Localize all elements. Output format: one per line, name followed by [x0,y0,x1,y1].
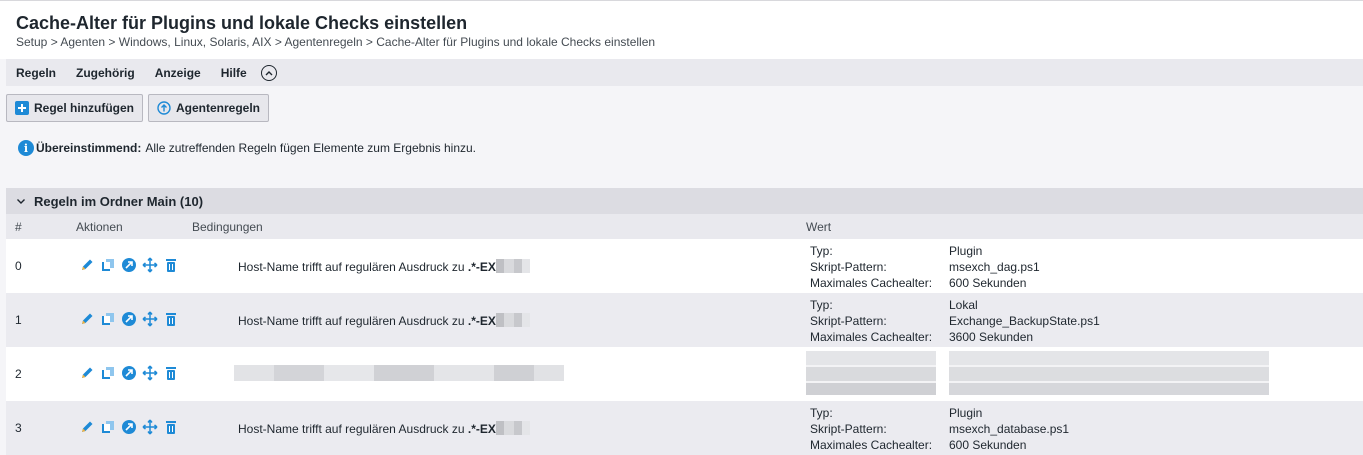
clone-icon[interactable] [99,256,117,274]
pencil-icon[interactable] [78,310,96,328]
export-icon[interactable] [120,256,138,274]
redacted-text [495,421,530,435]
redacted-value-labels [806,351,936,395]
info-icon: i [18,140,34,156]
table-row: 1 Host-Name trifft auf regulären Ausdruc… [6,293,1363,347]
condition-regex: .*-EX [467,260,496,274]
trash-icon[interactable] [162,256,180,274]
redacted-condition [234,365,564,381]
folder-header[interactable]: Regeln im Ordner Main (10) [6,188,1363,214]
value-pattern: Exchange_BackupState.ps1 [949,314,1100,328]
breadcrumb[interactable]: Setup > Agenten > Windows, Linux, Solari… [16,35,655,49]
chevron-down-icon[interactable] [16,197,26,205]
trash-icon[interactable] [162,418,180,436]
menu-bar: Regeln Zugehörig Anzeige Hilfe [6,59,1363,86]
trash-icon[interactable] [162,310,180,328]
row-actions [78,256,180,274]
row-index: 1 [15,313,22,327]
move-icon[interactable] [141,364,159,382]
col-index: # [15,220,22,234]
row-index: 2 [15,367,22,381]
menu-zugehoerig[interactable]: Zugehörig [66,66,145,80]
label-type: Typ: [810,298,833,312]
label-max-age: Maximales Cachealter: [810,276,933,290]
page-title: Cache-Alter für Plugins und lokale Check… [16,13,468,33]
value-pattern: msexch_database.ps1 [949,422,1070,436]
page-header: Cache-Alter für Plugins und lokale Check… [0,1,1363,59]
label-type: Typ: [810,244,833,258]
label-type: Typ: [810,406,833,420]
row-condition: Host-Name trifft auf regulären Ausdruck … [238,259,530,274]
info-message: i Übereinstimmend: Alle zutreffenden Reg… [18,140,476,156]
value-type: Plugin [949,244,983,258]
pencil-icon[interactable] [78,256,96,274]
agent-rules-button[interactable]: Agentenregeln [148,94,270,122]
row-condition: Host-Name trifft auf regulären Ausdruck … [238,421,530,436]
menu-hilfe[interactable]: Hilfe [211,66,257,80]
toolbar: Regel hinzufügen Agentenregeln [6,94,270,122]
label-pattern: Skript-Pattern: [810,422,887,436]
row-condition: Host-Name trifft auf regulären Ausdruck … [238,313,530,328]
move-icon[interactable] [141,310,159,328]
clone-icon[interactable] [99,364,117,382]
pencil-icon[interactable] [78,364,96,382]
agent-rules-label: Agentenregeln [176,101,261,115]
condition-regex: .*-EX [467,422,496,436]
row-actions [78,364,180,382]
col-conditions: Bedingungen [192,220,263,234]
trash-icon[interactable] [162,364,180,382]
value-labels: Typ: Skript-Pattern: Maximales Cachealte… [810,405,932,453]
folder-title: Regeln im Ordner Main (10) [34,193,204,209]
label-pattern: Skript-Pattern: [810,260,887,274]
value-labels: Typ: Skript-Pattern: Maximales Cachealte… [810,297,932,345]
redacted-value-values [949,351,1269,395]
chevron-up-circle-icon[interactable] [260,64,277,81]
export-icon[interactable] [120,364,138,382]
value-max-age: 600 Sekunden [949,438,1027,452]
plus-icon [15,101,29,115]
move-icon[interactable] [141,256,159,274]
row-index: 3 [15,421,22,435]
pencil-icon[interactable] [78,418,96,436]
value-values: Plugin msexch_database.ps1 600 Sekunden [949,405,1069,453]
redacted-text [495,259,530,273]
table-row: 0 Host-Name trifft auf regulären Ausdruc… [6,239,1363,293]
value-max-age: 3600 Sekunden [949,330,1034,344]
condition-text: Host-Name trifft auf regulären Ausdruck … [238,422,468,436]
value-values: Lokal Exchange_BackupState.ps1 3600 Seku… [949,297,1100,345]
redacted-text [495,313,530,327]
add-rule-button[interactable]: Regel hinzufügen [6,94,143,122]
value-values: Plugin msexch_dag.ps1 600 Sekunden [949,243,1040,291]
info-bold: Übereinstimmend: [36,141,142,155]
value-max-age: 600 Sekunden [949,276,1027,290]
clone-icon[interactable] [99,418,117,436]
condition-text: Host-Name trifft auf regulären Ausdruck … [238,314,468,328]
col-actions: Aktionen [76,220,123,234]
col-value: Wert [806,220,832,234]
info-text: Alle zutreffenden Regeln fügen Elemente … [145,141,477,155]
table-row: 3 Host-Name trifft auf regulären Ausdruc… [6,401,1363,455]
row-actions [78,310,180,328]
value-pattern: msexch_dag.ps1 [949,260,1040,274]
row-index: 0 [15,259,22,273]
condition-text: Host-Name trifft auf regulären Ausdruck … [238,260,468,274]
label-pattern: Skript-Pattern: [810,314,887,328]
table-header: # Aktionen Bedingungen Wert [6,214,1363,239]
label-max-age: Maximales Cachealter: [810,330,933,344]
menu-regeln[interactable]: Regeln [6,66,66,80]
table-row: 2 [6,347,1363,401]
export-icon[interactable] [120,310,138,328]
menu-anzeige[interactable]: Anzeige [145,66,211,80]
condition-regex: .*-EX [467,314,496,328]
row-actions [78,418,180,436]
export-icon[interactable] [120,418,138,436]
label-max-age: Maximales Cachealter: [810,438,933,452]
clone-icon[interactable] [99,310,117,328]
value-labels: Typ: Skript-Pattern: Maximales Cachealte… [810,243,932,291]
value-type: Plugin [949,406,983,420]
value-type: Lokal [949,298,978,312]
move-icon[interactable] [141,418,159,436]
add-rule-label: Regel hinzufügen [34,101,134,115]
arrow-up-circle-icon [157,101,171,115]
